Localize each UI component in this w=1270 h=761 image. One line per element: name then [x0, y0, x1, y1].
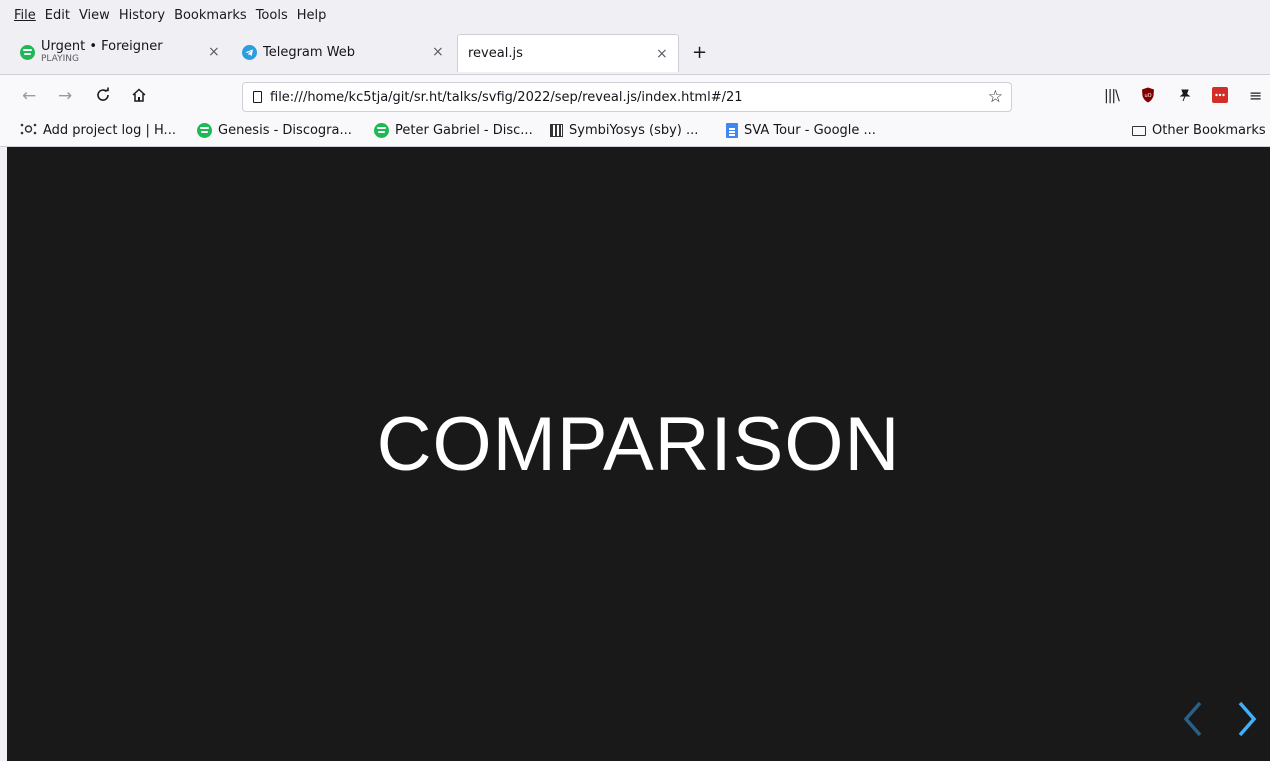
url-bar[interactable]: file:///home/kc5tja/git/sr.ht/talks/svfi…: [242, 82, 1012, 112]
bookmark-label: Genesis - Discogra...: [218, 123, 352, 138]
bookmark-label: Add project log | H...: [43, 123, 176, 138]
url-text[interactable]: file:///home/kc5tja/git/sr.ht/talks/svfi…: [270, 90, 743, 105]
slide-viewport: COMPARISON: [7, 147, 1270, 761]
previous-slide-arrow-icon[interactable]: [1180, 699, 1206, 739]
navigation-bar: ← → file:///home/kc5tja/git/sr.ht/talks/…: [0, 75, 1270, 120]
other-bookmarks[interactable]: Other Bookmarks: [1132, 123, 1266, 138]
bookmark-item[interactable]: Peter Gabriel - Disc...: [374, 123, 533, 138]
hackaday-icon: [20, 123, 37, 138]
menu-history[interactable]: History: [119, 8, 165, 23]
slide-title: COMPARISON: [376, 402, 901, 487]
home-icon[interactable]: [131, 87, 147, 107]
tab-telegram[interactable]: Telegram Web ×: [234, 36, 456, 68]
google-docs-icon: [726, 123, 738, 138]
tab-title: reveal.js: [468, 46, 523, 61]
telegram-icon: [242, 44, 257, 60]
tab-strip: Urgent • Foreigner PLAYING × Telegram We…: [0, 30, 1270, 75]
bookmark-item[interactable]: Genesis - Discogra...: [197, 123, 352, 138]
bookmark-star-icon[interactable]: ☆: [988, 87, 1003, 107]
svg-text:uO: uO: [1144, 93, 1151, 99]
bookmark-item[interactable]: Add project log | H...: [20, 123, 176, 138]
bookmark-item[interactable]: SVA Tour - Google ...: [726, 123, 876, 138]
ublock-origin-icon[interactable]: uO: [1141, 87, 1155, 108]
bookmark-label: Peter Gabriel - Disc...: [395, 123, 533, 138]
spotify-icon: [374, 123, 389, 138]
lastpass-icon[interactable]: [1212, 87, 1228, 108]
tab-playing-indicator: PLAYING: [41, 54, 79, 64]
pin-extension-icon[interactable]: [1177, 87, 1193, 108]
hamburger-menu-icon[interactable]: ≡: [1249, 87, 1262, 105]
menu-tools[interactable]: Tools: [256, 8, 288, 23]
close-tab-icon[interactable]: ×: [656, 46, 668, 62]
menu-help[interactable]: Help: [297, 8, 327, 23]
menu-file[interactable]: File: [14, 8, 36, 23]
menu-bookmarks[interactable]: Bookmarks: [174, 8, 247, 23]
menu-bar: File Edit View History Bookmarks Tools H…: [0, 0, 1270, 30]
bookmark-item[interactable]: SymbiYosys (sby) ...: [550, 123, 698, 138]
spotify-icon: [197, 123, 212, 138]
symbiyosys-icon: [550, 124, 563, 137]
menu-view[interactable]: View: [79, 8, 110, 23]
close-tab-icon[interactable]: ×: [208, 44, 220, 60]
library-icon[interactable]: |||\: [1104, 87, 1120, 105]
page-icon: [253, 91, 262, 103]
back-icon[interactable]: ←: [22, 87, 36, 105]
tab-revealjs[interactable]: reveal.js ×: [457, 34, 679, 72]
bookmark-label: SVA Tour - Google ...: [744, 123, 876, 138]
bookmarks-bar: Add project log | H... Genesis - Discogr…: [0, 119, 1270, 147]
folder-icon: [1132, 125, 1146, 136]
forward-icon[interactable]: →: [58, 87, 72, 105]
new-tab-button[interactable]: +: [692, 44, 707, 62]
spotify-icon: [20, 44, 35, 60]
tab-title: Urgent • Foreigner: [41, 39, 163, 54]
other-bookmarks-label: Other Bookmarks: [1152, 123, 1266, 138]
tab-spotify[interactable]: Urgent • Foreigner PLAYING ×: [12, 36, 234, 68]
next-slide-arrow-icon[interactable]: [1234, 699, 1260, 739]
tab-title: Telegram Web: [263, 44, 356, 60]
bookmark-label: SymbiYosys (sby) ...: [569, 123, 699, 138]
reload-icon[interactable]: [95, 87, 111, 107]
close-tab-icon[interactable]: ×: [432, 44, 444, 60]
menu-edit[interactable]: Edit: [45, 8, 70, 23]
